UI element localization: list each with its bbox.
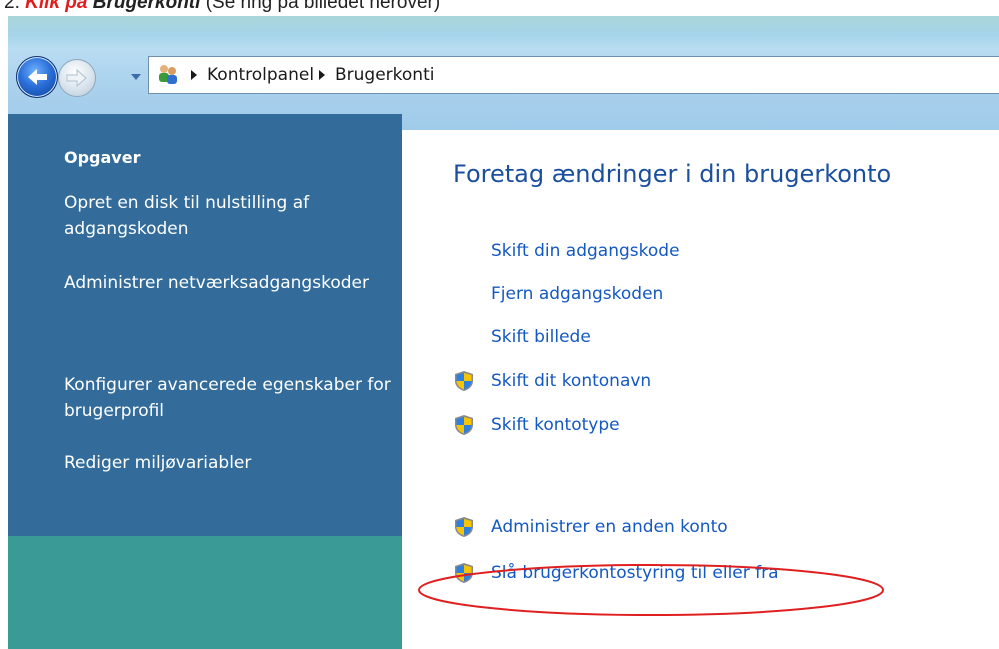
sidebar-link-reset-disk[interactable]: Opret en disk til nulstilling af adgangs… bbox=[64, 190, 394, 242]
sidebar-heading: Opgaver bbox=[64, 148, 141, 167]
task-label: Skift billede bbox=[491, 327, 591, 347]
control-panel-window: Kontrolpanel Brugerkonti Opgaver Opret e… bbox=[8, 16, 999, 649]
uac-shield-icon bbox=[455, 371, 473, 391]
sidebar-link-network-passwords[interactable]: Administrer netværksadgangskoder bbox=[64, 270, 394, 296]
uac-shield-icon bbox=[455, 415, 473, 435]
breadcrumb-separator-icon[interactable] bbox=[319, 70, 325, 80]
back-button[interactable] bbox=[16, 56, 58, 98]
back-arrow-icon bbox=[28, 69, 47, 85]
tasks-sidebar: Opgaver Opret en disk til nulstilling af… bbox=[8, 114, 402, 649]
task-label: Skift dit kontonavn bbox=[491, 371, 652, 391]
highlight-ring bbox=[418, 564, 884, 616]
page-title: Foretag ændringer i din brugerkonto bbox=[453, 160, 892, 188]
window-title-strip bbox=[8, 16, 999, 48]
breadcrumb-separator-icon[interactable] bbox=[191, 70, 197, 80]
task-label: Skift din adgangskode bbox=[491, 241, 680, 261]
task-label: Administrer en anden konto bbox=[491, 517, 728, 537]
address-bar[interactable]: Kontrolpanel Brugerkonti bbox=[148, 56, 999, 94]
recent-pages-dropdown-icon[interactable] bbox=[130, 71, 142, 83]
breadcrumb-kontrolpanel[interactable]: Kontrolpanel bbox=[207, 57, 314, 93]
instruction-caption: 2. Klik på Brugerkonti (Se ring på bille… bbox=[4, 0, 994, 14]
caption-action: Klik på bbox=[25, 0, 88, 13]
caption-step: 2. bbox=[4, 0, 20, 13]
breadcrumb-brugerkonti[interactable]: Brugerkonti bbox=[335, 57, 434, 93]
sidebar-link-environment-variables[interactable]: Rediger miljøvariabler bbox=[64, 450, 394, 476]
task-label: Fjern adgangskoden bbox=[491, 284, 664, 304]
sidebar-link-advanced-profile[interactable]: Konfigurer avancerede egenskaber for bru… bbox=[64, 372, 394, 424]
forward-arrow-icon bbox=[66, 68, 87, 88]
forward-button[interactable] bbox=[58, 59, 96, 97]
uac-shield-icon bbox=[455, 517, 473, 537]
caption-note: (Se ring på billedet herover) bbox=[205, 0, 441, 13]
sidebar-lower-panel bbox=[8, 536, 402, 649]
task-label: Skift kontotype bbox=[491, 415, 620, 435]
user-accounts-icon bbox=[155, 62, 181, 86]
caption-target: Brugerkonti bbox=[92, 0, 201, 13]
